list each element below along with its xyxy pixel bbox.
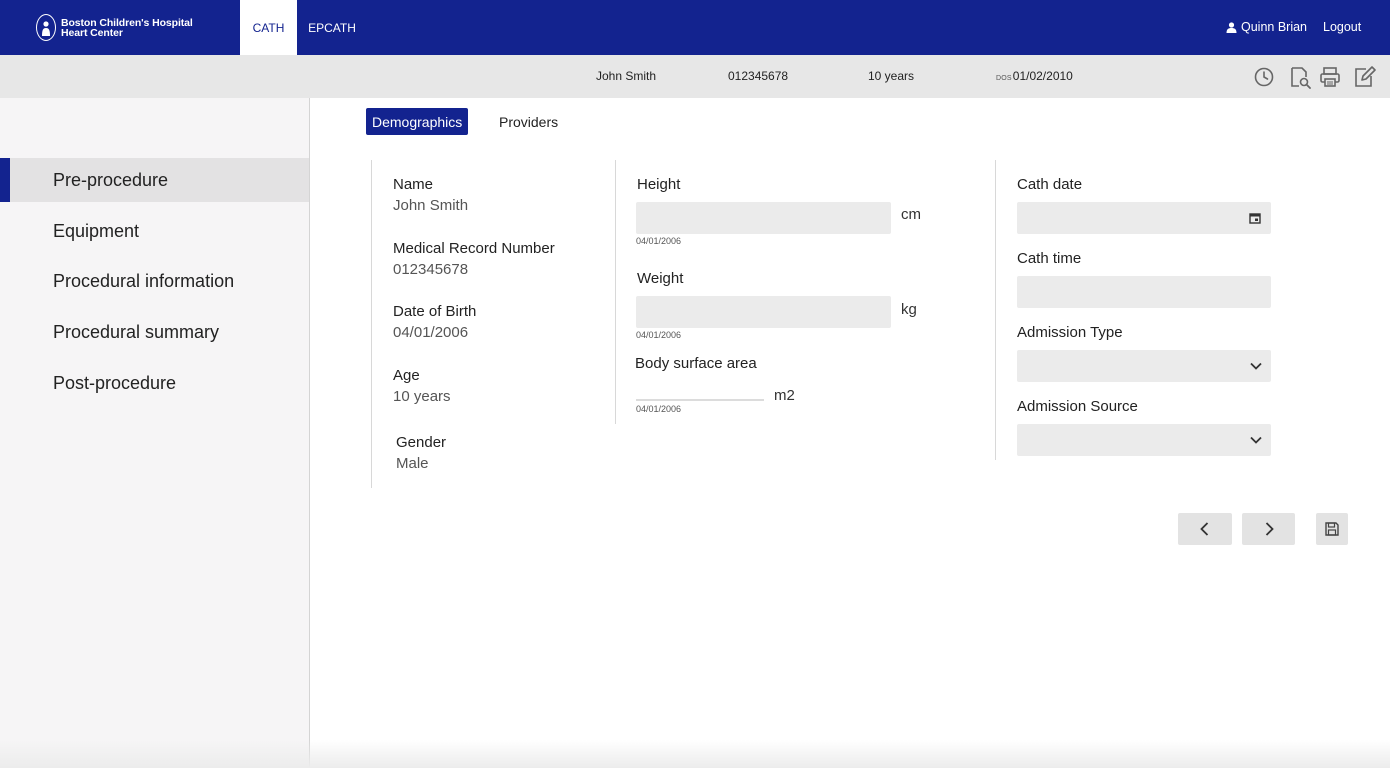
date-of-service: DOS01/02/2010 <box>996 69 1073 83</box>
tab-cath[interactable]: CATH <box>240 0 297 55</box>
name-value: John Smith <box>393 197 469 214</box>
hospital-logo: Boston Children's Hospital Heart Center <box>36 14 193 41</box>
mrn-value: 012345678 <box>393 261 469 278</box>
tab-epcath[interactable]: EPCATH <box>305 0 359 55</box>
user-menu[interactable]: Quinn Brian <box>1226 20 1307 34</box>
sidebar-item-post-procedure[interactable]: Post-procedure <box>0 361 309 405</box>
gender-value: Male <box>396 455 429 472</box>
admission-source-select[interactable] <box>1017 424 1271 456</box>
bsa-date: 04/01/2006 <box>636 404 682 414</box>
sidebar-item-equipment[interactable]: Equipment <box>0 209 309 253</box>
dos-value: 01/02/2010 <box>1012 69 1073 83</box>
weight-date: 04/01/2006 <box>636 330 682 340</box>
history-icon[interactable] <box>1252 65 1276 89</box>
column-divider <box>995 160 996 460</box>
age-label: Age <box>393 367 420 384</box>
height-label: Height <box>637 176 681 193</box>
logo-line-2: Heart Center <box>61 26 123 39</box>
cath-time-input[interactable] <box>1017 276 1271 308</box>
search-document-icon[interactable] <box>1288 65 1312 89</box>
sidebar-item-pre-procedure[interactable]: Pre-procedure <box>0 158 309 202</box>
age-value: 10 years <box>393 388 451 405</box>
sidebar: Pre-procedure Equipment Procedural infor… <box>0 98 310 768</box>
sidebar-item-procedural-summary[interactable]: Procedural summary <box>0 310 309 354</box>
admission-type-label: Admission Type <box>1017 324 1123 341</box>
hospital-seal-icon <box>36 14 56 41</box>
bsa-label: Body surface area <box>635 355 757 372</box>
top-navigation-bar: Boston Children's Hospital Heart Center … <box>0 0 1390 55</box>
print-icon[interactable] <box>1318 65 1342 89</box>
calendar-icon[interactable] <box>1249 212 1261 224</box>
save-button[interactable] <box>1316 513 1348 545</box>
column-divider <box>615 160 616 424</box>
patient-mrn: 012345678 <box>728 69 789 83</box>
chevron-down-icon <box>1250 362 1262 370</box>
chevron-right-icon <box>1265 522 1274 536</box>
admission-source-label: Admission Source <box>1017 398 1138 415</box>
column-divider <box>371 160 372 488</box>
previous-button[interactable] <box>1178 513 1232 545</box>
bsa-unit: m2 <box>774 387 795 404</box>
patient-name: John Smith <box>596 69 657 83</box>
logo-line-1: Boston Children's Hospital <box>61 16 193 29</box>
cath-time-label: Cath time <box>1017 250 1082 267</box>
tab-demographics[interactable]: Demographics <box>366 108 469 135</box>
user-name: Quinn Brian <box>1241 20 1308 34</box>
logout-link[interactable]: Logout <box>1323 20 1361 34</box>
gender-label: Gender <box>396 434 447 451</box>
chevron-down-icon <box>1250 436 1262 444</box>
admission-type-select[interactable] <box>1017 350 1271 382</box>
name-label: Name <box>393 176 434 193</box>
user-icon <box>1226 21 1237 33</box>
dob-value: 04/01/2006 <box>393 324 469 341</box>
patient-info-bar: John Smith 012345678 10 years DOS01/02/2… <box>0 55 1390 98</box>
chevron-left-icon <box>1200 522 1209 536</box>
weight-label: Weight <box>637 270 684 287</box>
save-icon <box>1325 522 1339 536</box>
patient-age: 10 years <box>868 69 915 83</box>
bsa-value-field <box>636 399 764 401</box>
edit-icon[interactable] <box>1352 65 1376 89</box>
tab-providers[interactable]: Providers <box>493 108 564 135</box>
dos-label: DOS <box>996 75 1012 82</box>
next-button[interactable] <box>1242 513 1295 545</box>
cath-date-picker[interactable] <box>1017 202 1271 234</box>
height-date: 04/01/2006 <box>636 236 682 246</box>
weight-unit: kg <box>901 301 917 318</box>
cath-date-label: Cath date <box>1017 176 1083 193</box>
dob-label: Date of Birth <box>393 303 477 320</box>
sidebar-item-procedural-information[interactable]: Procedural information <box>0 259 309 303</box>
height-unit: cm <box>901 206 921 223</box>
mrn-label: Medical Record Number <box>393 240 555 257</box>
weight-input[interactable] <box>636 296 891 328</box>
height-input[interactable] <box>636 202 891 234</box>
